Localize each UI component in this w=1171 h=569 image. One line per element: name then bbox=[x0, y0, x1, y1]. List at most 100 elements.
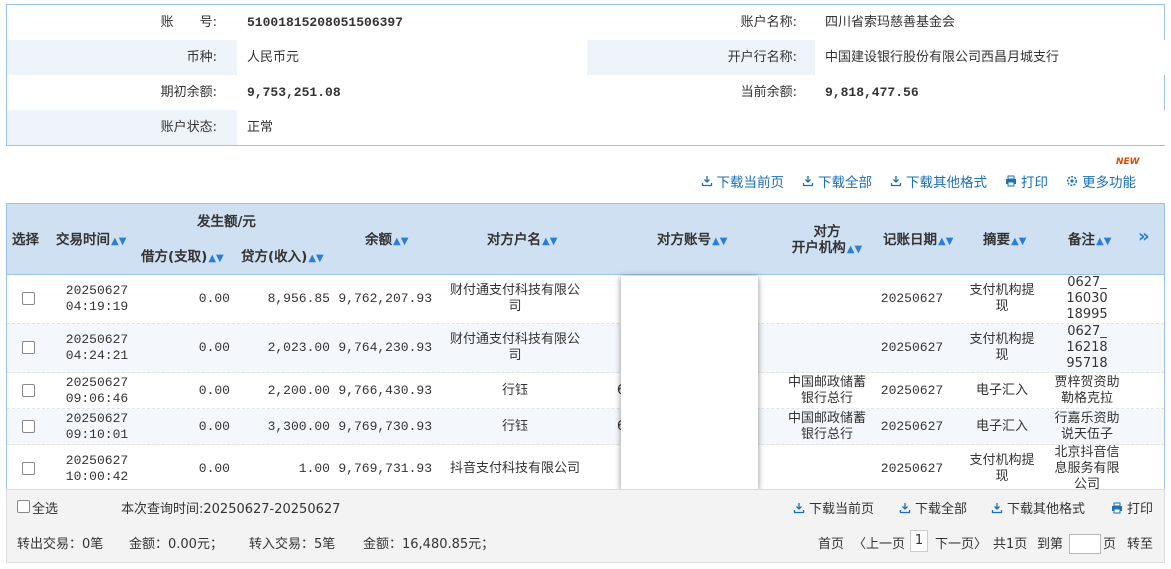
cell-time-line: 20250627 bbox=[65, 332, 129, 347]
prev-page-link[interactable]: 〈上一页 bbox=[853, 533, 905, 552]
col-time-label: 交易时间 bbox=[56, 232, 110, 248]
cell-summary-line: 支付机构提 bbox=[969, 332, 1035, 347]
row-checkbox[interactable] bbox=[22, 383, 35, 397]
col-post-date[interactable]: 记账日期▲▼ bbox=[883, 232, 953, 250]
footer-download-page-label: 下载当前页 bbox=[809, 502, 875, 517]
status-label: 账户状态: bbox=[160, 120, 217, 135]
cell-summary: 支付机构提现 bbox=[962, 283, 1042, 315]
footer-print-button[interactable]: 打印 bbox=[1111, 498, 1153, 517]
sort-icon: ▲▼ bbox=[208, 253, 224, 264]
cell-debit: 0.00 bbox=[127, 291, 230, 307]
col-time[interactable]: 交易时间▲▼ bbox=[56, 232, 126, 250]
table-row[interactable]: 20250627 04:24:21 0.00 2,023.00 9,764,230.93… bbox=[7, 324, 1164, 373]
download-icon bbox=[890, 176, 902, 187]
cell-summary-line: 现 bbox=[995, 469, 1009, 484]
cell-time: 20250627 04:19:19 bbox=[57, 283, 137, 315]
first-page-link[interactable]: 首页 bbox=[818, 533, 844, 552]
cell-summary-line: 支付机构提 bbox=[969, 283, 1035, 298]
table-header: 选择 交易时间▲▼ 发生额/元 借方(支取)▲▼ 贷方(收入)▲▼ 余额▲▼ 对… bbox=[7, 204, 1164, 275]
out-summary: 转出交易：0笔 bbox=[17, 537, 104, 552]
current-balance-label: 当前余额: bbox=[740, 85, 797, 100]
current-page-number[interactable]: 1 bbox=[910, 530, 928, 552]
cell-credit: 8,956.85 bbox=[230, 291, 330, 307]
row-checkbox[interactable] bbox=[22, 341, 35, 354]
download-all-button[interactable]: 下载全部 bbox=[802, 170, 872, 192]
cell-counterparty-bank: 中国邮政储蓄 银行总行 bbox=[777, 411, 877, 443]
col-balance[interactable]: 余额▲▼ bbox=[365, 232, 408, 250]
select-all-label: 全选 bbox=[32, 502, 59, 517]
cell-counterparty-name-line: 财付通支付科技有限公 bbox=[449, 332, 580, 347]
print-icon bbox=[1112, 502, 1122, 514]
cell-balance: 9,766,430.93 bbox=[330, 383, 432, 399]
bank-label: 开户行名称: bbox=[727, 50, 797, 65]
cell-remark: 0627_ 16218 95718 bbox=[1047, 324, 1127, 372]
table-row[interactable]: 20250627 04:19:19 0.00 8,956.85 9,762,207.93… bbox=[7, 275, 1164, 324]
cell-post-date-line: 20250627 bbox=[880, 418, 944, 434]
col-counterparty-bank[interactable]: 对方 开户机构▲▼ bbox=[782, 224, 872, 258]
print-label: 打印 bbox=[1021, 175, 1048, 191]
col-debit[interactable]: 借方(支取)▲▼ bbox=[141, 249, 224, 267]
cell-counterparty-name-line: 行钰 bbox=[501, 418, 528, 434]
next-page-link[interactable]: 下一页〉 bbox=[935, 533, 987, 552]
status-value: 正常 bbox=[247, 120, 274, 135]
cell-balance: 9,769,730.93 bbox=[330, 419, 432, 435]
cell-credit: 2,200.00 bbox=[230, 383, 330, 399]
account-row-4: 账户状态: 正常 bbox=[7, 110, 1165, 145]
table-row[interactable]: 20250627 10:00:42 0.00 1.00 9,769,731.93 抖音支付… bbox=[7, 445, 1164, 494]
cell-balance: 9,764,230.93 bbox=[330, 340, 432, 356]
more-functions-label: 更多功能 bbox=[1082, 175, 1136, 191]
col-remark-label: 备注 bbox=[1068, 232, 1095, 248]
cell-credit-line: 8,956.85 bbox=[267, 291, 330, 306]
cell-debit: 0.00 bbox=[127, 461, 230, 477]
goto-page-input[interactable] bbox=[1069, 534, 1101, 554]
col-post-date-label: 记账日期 bbox=[883, 232, 937, 248]
col-remark[interactable]: 备注▲▼ bbox=[1068, 232, 1111, 250]
col-counterparty-name-label: 对方户名 bbox=[487, 232, 541, 248]
cell-debit-line: 0.00 bbox=[198, 382, 230, 398]
cell-summary-line: 现 bbox=[995, 348, 1009, 363]
chevron-right-double-icon[interactable]: » bbox=[1138, 228, 1150, 246]
col-credit[interactable]: 贷方(收入)▲▼ bbox=[241, 249, 324, 267]
goto-label: 到第 bbox=[1037, 537, 1064, 552]
go-button[interactable]: 转至 bbox=[1127, 533, 1153, 552]
footer-download-other-label: 下载其他格式 bbox=[1007, 502, 1086, 517]
cell-debit-line: 0.00 bbox=[198, 418, 230, 434]
select-all-checkbox[interactable] bbox=[17, 500, 30, 513]
bank-value: 中国建设银行股份有限公司西昌月城支行 bbox=[825, 50, 1060, 65]
cell-remark-line: 16218 bbox=[1066, 340, 1108, 355]
cell-remark-line: 息服务有限 bbox=[1054, 461, 1120, 476]
footer-download-all-label: 下载全部 bbox=[915, 502, 968, 517]
download-other-button[interactable]: 下载其他格式 bbox=[890, 170, 987, 192]
col-counterparty-bank-label-2: 开户机构 bbox=[791, 240, 846, 256]
col-counterparty-account[interactable]: 对方账号▲▼ bbox=[657, 232, 727, 250]
row-checkbox[interactable] bbox=[22, 462, 35, 475]
row-checkbox[interactable] bbox=[22, 292, 35, 305]
table-body: 20250627 04:19:19 0.00 8,956.85 9,762,207.93… bbox=[7, 275, 1164, 494]
cell-debit: 0.00 bbox=[127, 419, 230, 435]
table-row[interactable]: 20250627 09:10:01 0.00 3,300.00 9,769,730.93… bbox=[7, 409, 1164, 445]
cell-counterparty-bank-line: 银行总行 bbox=[800, 426, 853, 442]
cell-time-line: 10:00:42 bbox=[65, 469, 129, 484]
cell-debit-line: 0.00 bbox=[198, 461, 230, 476]
download-page-button[interactable]: 下载当前页 bbox=[701, 170, 784, 192]
row-checkbox[interactable] bbox=[22, 419, 35, 433]
cell-post-date-line: 20250627 bbox=[880, 291, 944, 306]
col-counterparty-account-label: 对方账号 bbox=[657, 232, 711, 248]
cell-counterparty-name-line: 司 bbox=[508, 299, 522, 314]
footer-download-all-button[interactable]: 下载全部 bbox=[899, 498, 967, 517]
cell-remark-line: 贾梓贺资助 bbox=[1054, 374, 1120, 390]
table-row[interactable]: 20250627 09:06:46 0.00 2,200.00 9,766,430.93… bbox=[7, 373, 1164, 409]
footer-download-page-button[interactable]: 下载当前页 bbox=[793, 498, 874, 517]
cell-balance-line: 9,769,731.93 bbox=[338, 461, 432, 476]
col-counterparty-name[interactable]: 对方户名▲▼ bbox=[487, 232, 557, 250]
cell-time-line: 20250627 bbox=[65, 283, 129, 298]
footer-download-other-button[interactable]: 下载其他格式 bbox=[991, 498, 1085, 517]
col-summary-label: 摘要 bbox=[983, 232, 1010, 248]
col-summary[interactable]: 摘要▲▼ bbox=[983, 232, 1026, 250]
download-icon bbox=[899, 503, 911, 514]
more-functions-button[interactable]: 更多功能 bbox=[1066, 170, 1136, 192]
cell-post-date: 20250627 bbox=[877, 340, 947, 356]
download-all-label: 下载全部 bbox=[818, 175, 872, 191]
print-button[interactable]: 打印 bbox=[1005, 170, 1048, 192]
cell-summary-line: 支付机构提 bbox=[969, 453, 1035, 468]
